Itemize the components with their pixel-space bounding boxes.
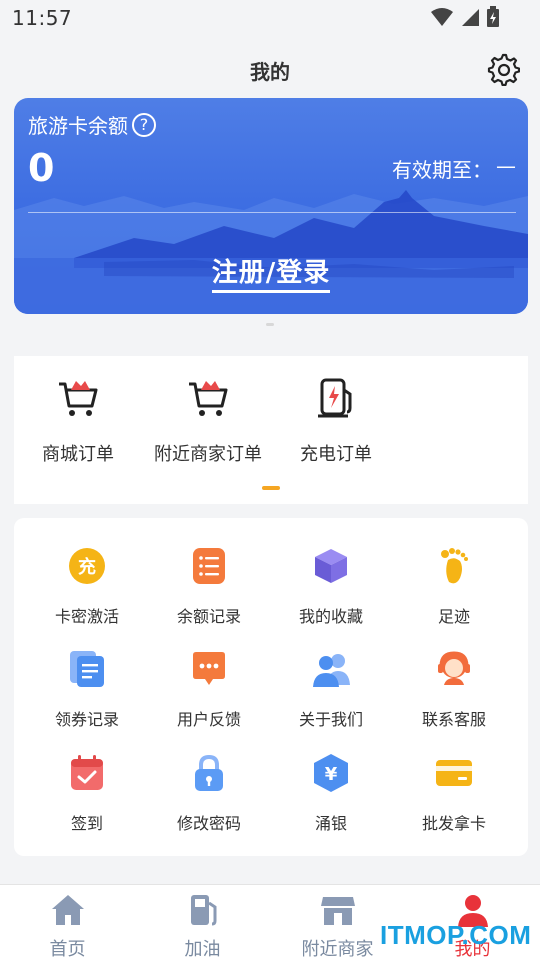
travel-card: 旅游卡余额 ? 0 有效期至： — 注册/登录 [14, 98, 528, 314]
calendar-check-icon [71, 755, 103, 790]
list-icon [193, 548, 225, 584]
grid-item-balance-records[interactable]: 余额记录 [145, 546, 273, 636]
order-label: 附近商家订单 [154, 444, 262, 465]
order-charging[interactable]: 充电订单 [294, 376, 378, 466]
recharge-glyph: 充 [78, 556, 96, 578]
orders-panel: 商城订单 附近商家订单 充电订单 [14, 356, 528, 504]
grid-label: 涌银 [314, 814, 347, 833]
balance-value: 0 [28, 146, 55, 190]
fuel-icon [190, 895, 216, 926]
grid-label: 修改密码 [176, 814, 241, 833]
login-area: 注册/登录 [14, 252, 528, 293]
status-time: 11:57 [12, 6, 73, 30]
function-grid: 充 卡密激活 余额记录 我的收藏 足迹 领券记录 用户反馈 关于我们 联系客服 … [14, 518, 528, 856]
signal-icon [462, 9, 479, 26]
grid-label: 关于我们 [298, 710, 363, 729]
nav-fuel[interactable]: 加油 [135, 893, 270, 960]
lock-icon [195, 754, 223, 791]
grid-label: 卡密激活 [54, 607, 119, 626]
nav-home[interactable]: 首页 [0, 893, 135, 960]
grid-label: 签到 [70, 814, 103, 833]
settings-button[interactable] [486, 52, 521, 87]
nav-label: 首页 [49, 939, 86, 960]
grid-item-favorites[interactable]: 我的收藏 [267, 546, 395, 636]
shopping-cart-icon [59, 381, 98, 416]
gear-icon [487, 53, 521, 87]
store-icon [320, 897, 355, 925]
help-icon[interactable]: ? [132, 112, 156, 137]
status-icons [430, 6, 500, 28]
grid-item-wholesale-card[interactable]: 批发拿卡 [390, 753, 518, 843]
expiry-label: 有效期至： [392, 158, 492, 182]
charging-pile-icon [318, 378, 352, 418]
nav-label: 加油 [184, 939, 221, 960]
card-title-text: 旅游卡余额 [28, 114, 128, 138]
orders-page-indicator [262, 486, 280, 490]
battery-icon [487, 6, 499, 27]
grid-item-about-us[interactable]: 关于我们 [267, 649, 395, 739]
grid-item-yongyin[interactable]: ¥ 涌银 [267, 753, 395, 843]
yuan-glyph: ¥ [325, 764, 338, 785]
grid-label: 余额记录 [176, 607, 241, 626]
order-label: 商城订单 [42, 444, 114, 465]
card-divider [28, 212, 516, 213]
expiry: 有效期至： — [392, 154, 516, 183]
message-icon [193, 652, 225, 685]
order-label: 充电订单 [300, 444, 372, 465]
cube-icon [315, 549, 347, 583]
wifi-icon [431, 8, 453, 26]
page-title: 我的 [250, 60, 290, 84]
recharge-icon: 充 [69, 548, 105, 584]
grid-item-coupon-records[interactable]: 领券记录 [23, 649, 151, 739]
grid-item-footprint[interactable]: 足迹 [390, 546, 518, 636]
users-icon [313, 654, 350, 687]
grid-label: 批发拿卡 [421, 814, 486, 833]
grid-item-card-activation[interactable]: 充 卡密激活 [23, 546, 151, 636]
grid-label: 用户反馈 [176, 710, 241, 729]
order-mall[interactable]: 商城订单 [38, 376, 118, 466]
grid-item-customer-service[interactable]: 联系客服 [390, 649, 518, 739]
grid-item-feedback[interactable]: 用户反馈 [145, 649, 273, 739]
footprint-icon [441, 548, 468, 584]
document-icon [70, 651, 104, 687]
home-icon [51, 895, 84, 925]
card-pager-indicator [266, 323, 274, 326]
expiry-value: — [496, 154, 516, 178]
grid-label: 足迹 [437, 607, 470, 626]
grid-label: 领券记录 [54, 710, 119, 729]
shopping-cart-icon [189, 381, 228, 416]
status-bar: 11:57 [0, 0, 540, 36]
grid-item-change-password[interactable]: 修改密码 [145, 753, 273, 843]
register-login-link[interactable]: 注册/登录 [211, 258, 331, 293]
grid-item-check-in[interactable]: 签到 [23, 753, 151, 843]
order-nearby[interactable]: 附近商家订单 [148, 376, 268, 466]
header: 我的 [0, 40, 540, 98]
grid-label: 我的收藏 [298, 607, 363, 626]
grid-label: 联系客服 [421, 710, 486, 729]
card-title: 旅游卡余额 ? [28, 110, 156, 139]
customer-service-icon [438, 651, 470, 685]
card-icon [436, 760, 472, 786]
yuan-shield-icon: ¥ [314, 754, 348, 792]
watermark: ITMOP.COM [380, 920, 532, 950]
